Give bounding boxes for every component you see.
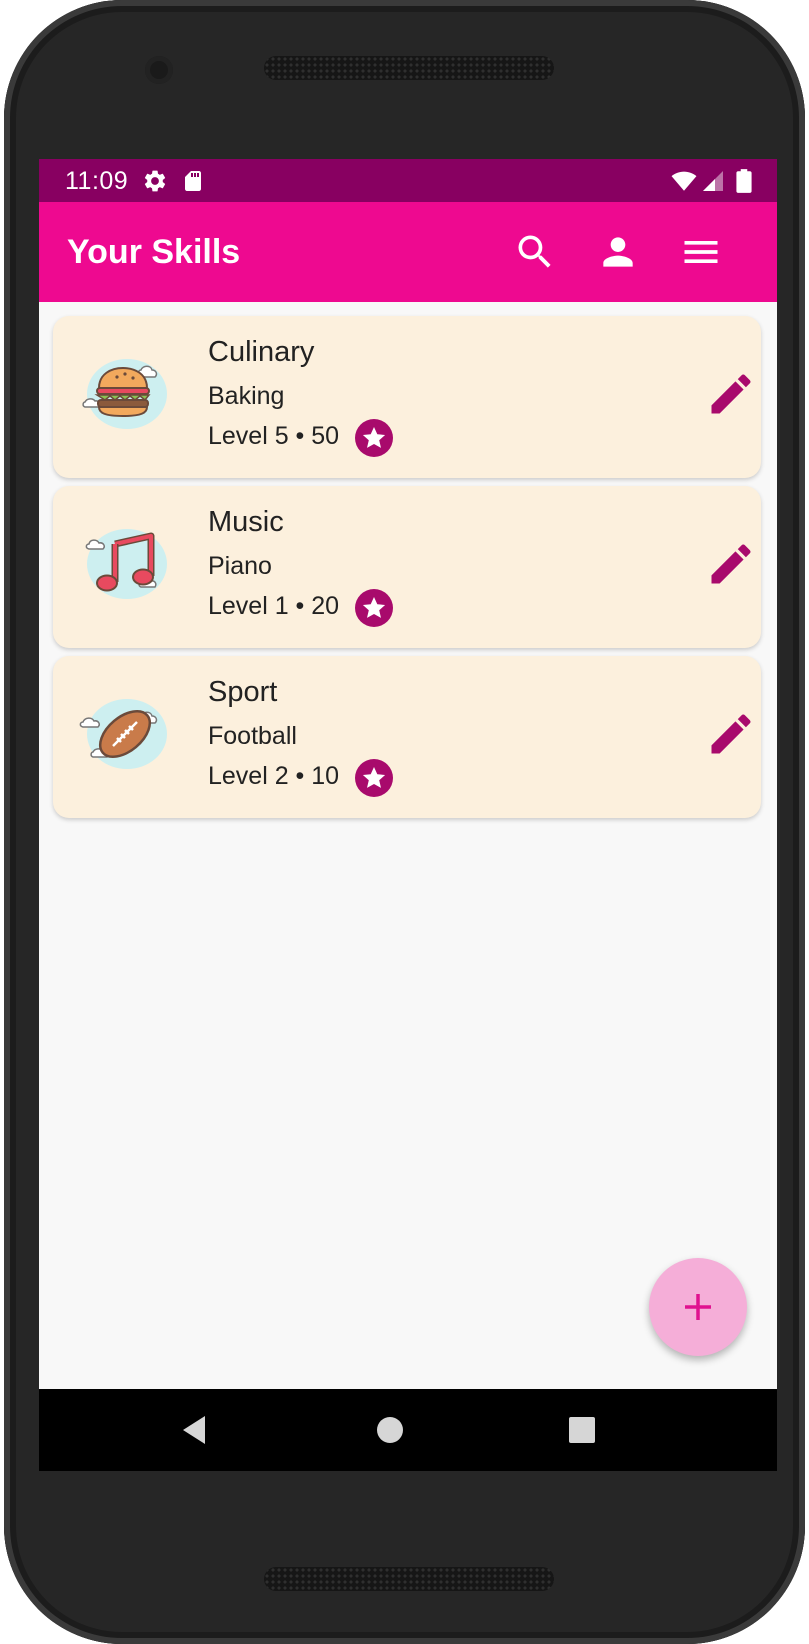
skill-category: Music [208, 506, 284, 538]
wifi-icon [670, 168, 698, 199]
bottom-speaker [264, 1567, 554, 1591]
skill-level: Level 1 • 20 [208, 592, 340, 620]
page-title: Your Skills [67, 233, 241, 271]
skill-name: Baking [208, 382, 285, 410]
skill-category: Sport [208, 676, 278, 708]
app-bar: Your Skills [39, 202, 777, 302]
football-icon [79, 684, 177, 782]
screen: 11:09 Your Skills Culinary Baking Level … [39, 159, 777, 1471]
skill-card[interactable]: Music Piano Level 1 • 20 [53, 486, 761, 648]
battery-icon [735, 168, 753, 199]
star-icon [355, 589, 393, 627]
front-camera [145, 56, 173, 84]
edit-icon[interactable] [705, 708, 757, 760]
star-icon [355, 759, 393, 797]
home-icon[interactable] [372, 1412, 408, 1453]
plus-icon [685, 1294, 711, 1320]
back-icon[interactable] [177, 1412, 213, 1453]
sd-card-icon [181, 168, 205, 199]
status-bar: 11:09 [39, 159, 777, 202]
skill-card[interactable]: Culinary Baking Level 5 • 50 [53, 316, 761, 478]
edit-icon[interactable] [705, 368, 757, 420]
burger-icon [79, 344, 177, 442]
account-icon[interactable] [596, 230, 640, 274]
signal-icon [701, 168, 725, 199]
skill-category: Culinary [208, 336, 315, 368]
music-note-icon [79, 514, 177, 612]
navigation-bar [39, 1389, 777, 1471]
add-skill-button[interactable] [649, 1258, 747, 1356]
top-speaker [264, 56, 554, 80]
search-icon[interactable] [513, 230, 557, 274]
skill-level: Level 2 • 10 [208, 762, 340, 790]
skill-name: Piano [208, 552, 272, 580]
skill-level: Level 5 • 50 [208, 422, 340, 450]
menu-icon[interactable] [679, 230, 723, 274]
edit-icon[interactable] [705, 538, 757, 590]
settings-icon [142, 168, 168, 199]
skill-name: Football [208, 722, 297, 750]
recents-icon[interactable] [564, 1412, 600, 1453]
status-time: 11:09 [65, 167, 129, 195]
star-icon [355, 419, 393, 457]
skill-card[interactable]: Sport Football Level 2 • 10 [53, 656, 761, 818]
